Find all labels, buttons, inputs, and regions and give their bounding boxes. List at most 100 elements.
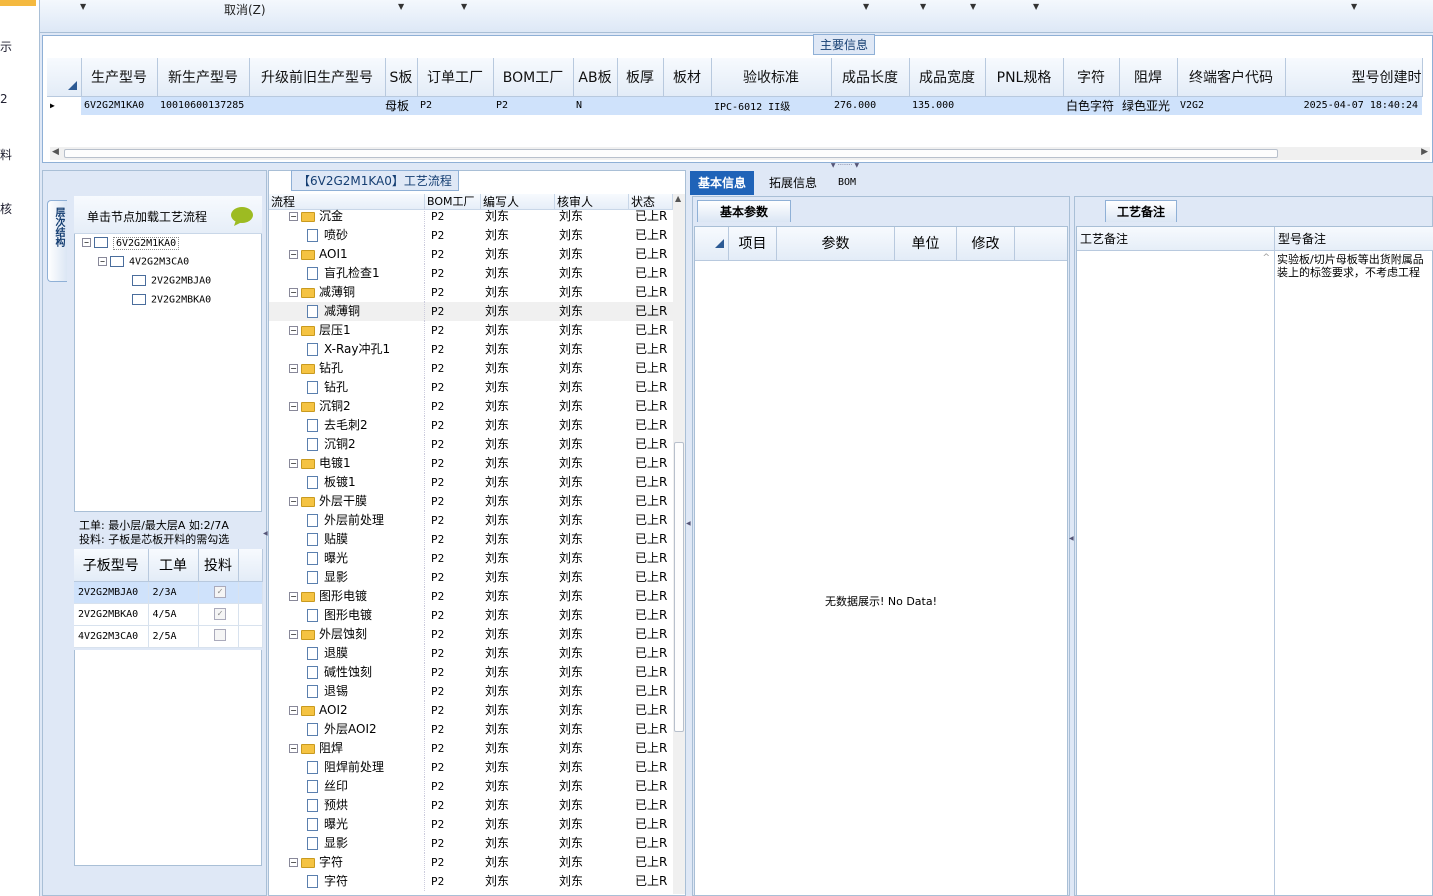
table-cell[interactable]: 4V2G2M3CA0 <box>74 625 149 648</box>
process-status-cell[interactable]: 已上R <box>635 302 673 321</box>
scrollbar-thumb[interactable] <box>674 442 684 732</box>
dropdown-arrow-icon[interactable]: ▼ <box>920 2 926 11</box>
process-status-cell[interactable]: 已上R <box>635 359 673 378</box>
process-reviewer-cell[interactable]: 刘东 <box>559 454 583 473</box>
process-status-cell[interactable]: 已上R <box>635 397 673 416</box>
process-bom-cell[interactable]: P2 <box>431 283 444 302</box>
process-bom-cell[interactable]: P2 <box>431 397 444 416</box>
process-writer-cell[interactable]: 刘东 <box>485 834 509 853</box>
process-row[interactable]: − 外层蚀刻 P2 刘东 刘东 已上R <box>269 625 673 644</box>
table-cell[interactable]: P2 <box>493 96 573 115</box>
splitter-handle-icon[interactable]: ◀ <box>1069 535 1074 605</box>
col-header[interactable]: 升级前旧生产型号 <box>249 58 386 97</box>
process-writer-cell[interactable]: 刘东 <box>485 701 509 720</box>
process-name-cell[interactable]: − 字符 <box>269 853 425 872</box>
dropdown-arrow-icon[interactable]: ▼ <box>1351 2 1357 11</box>
process-row[interactable]: 减薄铜 P2 刘东 刘东 已上R <box>269 302 673 321</box>
process-writer-cell[interactable]: 刘东 <box>485 435 509 454</box>
process-bom-cell[interactable]: P2 <box>431 340 444 359</box>
cancel-button[interactable]: 取消(Z) <box>224 1 266 18</box>
collapse-icon[interactable]: − <box>289 744 298 753</box>
col-header[interactable]: 验收标准 <box>711 58 832 97</box>
process-status-cell[interactable]: 已上R <box>635 435 673 454</box>
process-reviewer-cell[interactable]: 刘东 <box>559 606 583 625</box>
process-bom-cell[interactable]: P2 <box>431 777 444 796</box>
process-reviewer-cell[interactable]: 刘东 <box>559 359 583 378</box>
process-status-cell[interactable]: 已上R <box>635 549 673 568</box>
process-name-cell[interactable]: 图形电镀 <box>269 606 425 625</box>
process-writer-cell[interactable]: 刘东 <box>485 739 509 758</box>
process-row[interactable]: − 外层干膜 P2 刘东 刘东 已上R <box>269 492 673 511</box>
structure-side-tab[interactable]: 层次结构 <box>47 200 67 282</box>
process-status-cell[interactable]: 已上R <box>635 340 673 359</box>
process-row[interactable]: 字符 P2 刘东 刘东 已上R <box>269 872 673 891</box>
feed-checkbox[interactable]: ✓ <box>198 603 239 626</box>
scroll-up-icon[interactable]: ▲ <box>675 194 681 203</box>
process-row[interactable]: 显影 P2 刘东 刘东 已上R <box>269 568 673 587</box>
process-reviewer-cell[interactable]: 刘东 <box>559 378 583 397</box>
process-reviewer-cell[interactable]: 刘东 <box>559 321 583 340</box>
nav-item-2[interactable]: 2 <box>0 92 36 106</box>
process-status-cell[interactable]: 已上R <box>635 682 673 701</box>
process-row[interactable]: 丝印 P2 刘东 刘东 已上R <box>269 777 673 796</box>
process-status-cell[interactable]: 已上R <box>635 511 673 530</box>
process-row[interactable]: − AOI1 P2 刘东 刘东 已上R <box>269 245 673 264</box>
process-reviewer-cell[interactable]: 刘东 <box>559 834 583 853</box>
process-status-cell[interactable]: 已上R <box>635 777 673 796</box>
subtab-basic-params[interactable]: 基本参数 <box>697 200 791 222</box>
process-reviewer-cell[interactable]: 刘东 <box>559 302 583 321</box>
process-row[interactable]: 钻孔 P2 刘东 刘东 已上R <box>269 378 673 397</box>
col-header[interactable]: 投料 <box>198 549 239 582</box>
process-bom-cell[interactable]: P2 <box>431 720 444 739</box>
tree-node-leaf[interactable]: 2V2G2MBJA0 <box>132 275 211 287</box>
process-status-cell[interactable]: 已上R <box>635 207 673 226</box>
process-reviewer-cell[interactable]: 刘东 <box>559 587 583 606</box>
process-name-cell[interactable]: 喷砂 <box>269 226 425 245</box>
process-reviewer-cell[interactable]: 刘东 <box>559 397 583 416</box>
table-cell[interactable]: 6V2G2M1KA0 <box>81 96 157 115</box>
process-bom-cell[interactable]: P2 <box>431 682 444 701</box>
process-name-cell[interactable]: 字符 <box>269 872 425 891</box>
table-cell[interactable]: 2V2G2MBKA0 <box>74 603 149 626</box>
collapse-icon[interactable]: − <box>289 497 298 506</box>
process-row[interactable]: 外层AOI2 P2 刘东 刘东 已上R <box>269 720 673 739</box>
process-writer-cell[interactable]: 刘东 <box>485 549 509 568</box>
process-writer-cell[interactable]: 刘东 <box>485 359 509 378</box>
process-writer-cell[interactable]: 刘东 <box>485 454 509 473</box>
process-status-cell[interactable]: 已上R <box>635 796 673 815</box>
process-status-cell[interactable]: 已上R <box>635 853 673 872</box>
col-header[interactable]: 子板型号 <box>74 549 149 582</box>
process-writer-cell[interactable]: 刘东 <box>485 853 509 872</box>
process-status-cell[interactable]: 已上R <box>635 264 673 283</box>
process-bom-cell[interactable]: P2 <box>431 302 444 321</box>
process-row[interactable]: 外层前处理 P2 刘东 刘东 已上R <box>269 511 673 530</box>
process-name-cell[interactable]: 减薄铜 <box>269 302 425 321</box>
horizontal-scrollbar[interactable]: ◀ ▶ <box>50 147 1430 160</box>
process-name-cell[interactable]: 退膜 <box>269 644 425 663</box>
process-bom-cell[interactable]: P2 <box>431 796 444 815</box>
col-header[interactable]: 型号创建时 <box>1285 58 1423 97</box>
col-header[interactable]: 工艺备注 <box>1077 227 1275 251</box>
process-row[interactable]: 板镀1 P2 刘东 刘东 已上R <box>269 473 673 492</box>
process-reviewer-cell[interactable]: 刘东 <box>559 796 583 815</box>
table-cell[interactable]: 10010600137285 <box>157 96 249 115</box>
process-row[interactable]: − 钻孔 P2 刘东 刘东 已上R <box>269 359 673 378</box>
process-writer-cell[interactable]: 刘东 <box>485 758 509 777</box>
process-bom-cell[interactable]: P2 <box>431 435 444 454</box>
process-reviewer-cell[interactable]: 刘东 <box>559 245 583 264</box>
tab-extended-info[interactable]: 拓展信息 <box>761 171 825 195</box>
collapse-icon[interactable]: − <box>289 858 298 867</box>
table-cell[interactable]: 2025-04-07 18:40:24 <box>1285 96 1422 115</box>
process-name-cell[interactable]: 曝光 <box>269 815 425 834</box>
process-name-cell[interactable]: X-Ray冲孔1 <box>269 340 425 359</box>
tab-bom[interactable]: BOM <box>830 171 864 195</box>
collapse-icon[interactable]: − <box>289 402 298 411</box>
process-name-cell[interactable]: 贴膜 <box>269 530 425 549</box>
process-name-cell[interactable]: 外层AOI2 <box>269 720 425 739</box>
process-writer-cell[interactable]: 刘东 <box>485 283 509 302</box>
process-writer-cell[interactable]: 刘东 <box>485 245 509 264</box>
table-row[interactable]: ▶ 6V2G2M1KA0 10010600137285 母板 P2 P2 N I… <box>47 96 1422 115</box>
process-bom-cell[interactable]: P2 <box>431 245 444 264</box>
process-name-cell[interactable]: − 沉金 <box>269 207 425 226</box>
col-header[interactable]: 生产型号 <box>81 58 158 97</box>
